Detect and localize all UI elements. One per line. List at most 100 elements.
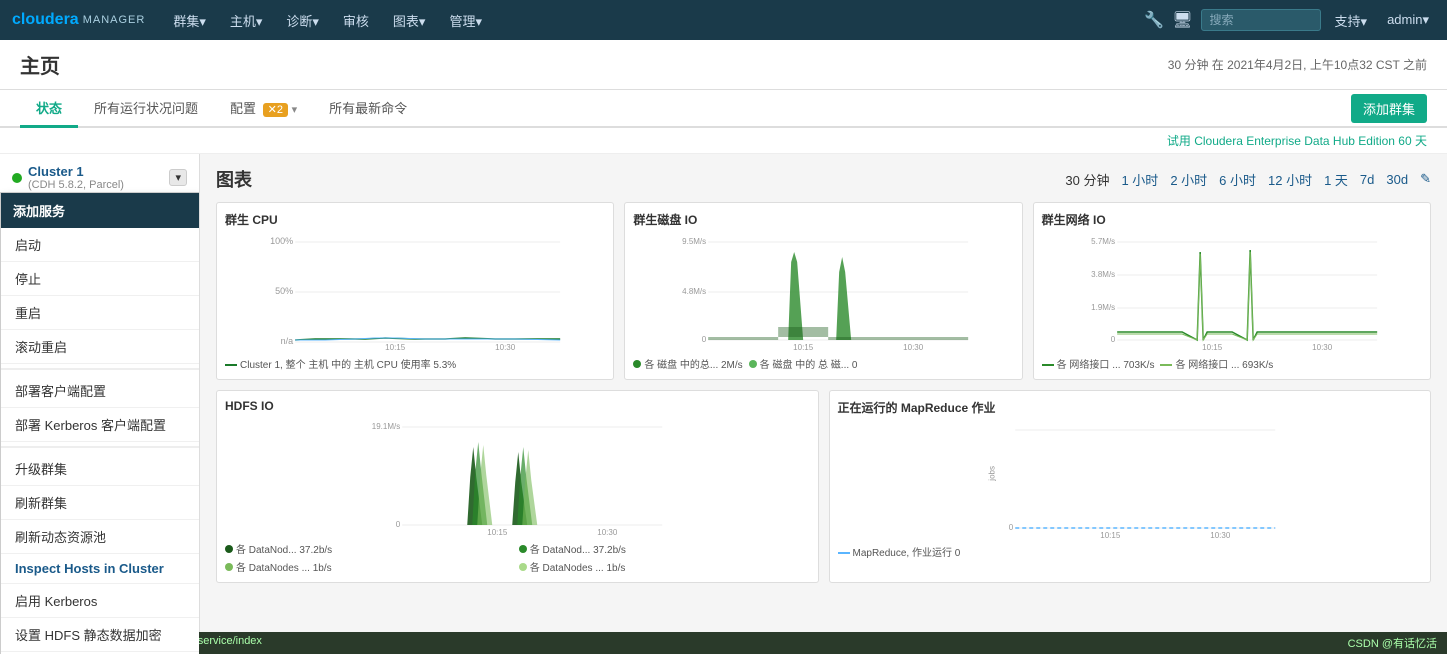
- main-container: 主页 30 分钟 在 2021年4月2日, 上午10点32 CST 之前 状态 …: [0, 40, 1447, 654]
- status-bar: 10.40.17.145:7180/cmf/clusters/1/add-ser…: [0, 632, 1447, 654]
- net-legend-2: 各 网络接口 ... 693K/s: [1175, 360, 1273, 371]
- support-btn[interactable]: 支持▾: [1329, 11, 1374, 30]
- svg-text:10:15: 10:15: [793, 343, 814, 352]
- cpu-chart-card: 群生 CPU 100% 50% n/a 10:15: [216, 202, 614, 380]
- dropdown-item-rolling-restart[interactable]: 滚动重启: [1, 330, 199, 364]
- cluster-dropdown-menu: 添加服务 启动 停止 重启 滚动重启 部署客户端配置 部署 Kerberos 客…: [0, 192, 200, 654]
- network-io-chart-svg: 5.7M/s 3.8M/s 1.9M/s 0 10:15 10:30: [1042, 232, 1422, 352]
- charts-header: 图表 30 分钟 1 小时 2 小时 6 小时 12 小时 1 天 7d 30d…: [216, 166, 1431, 192]
- disk-io-chart-title: 群生磁盘 IO: [633, 211, 1013, 228]
- svg-text:10:30: 10:30: [495, 343, 516, 352]
- svg-text:9.5M/s: 9.5M/s: [682, 237, 706, 246]
- cluster-name: Cluster 1: [28, 164, 124, 179]
- search-input[interactable]: [1201, 9, 1321, 31]
- logo-text: cloudera: [12, 11, 79, 29]
- mr-legend-1: MapReduce, 作业运行 0: [853, 548, 961, 559]
- add-cluster-button[interactable]: 添加群集: [1351, 94, 1427, 123]
- hdfs-legend-4: 各 DataNodes ... 1b/s: [530, 563, 626, 574]
- time-label: 30 分钟: [1065, 170, 1109, 189]
- hdfs-io-chart-legend: 各 DataNod... 37.2b/s 各 DataNod... 37.2b/…: [225, 541, 810, 574]
- charts-top-row: 群生 CPU 100% 50% n/a 10:15: [216, 202, 1431, 380]
- network-io-chart-legend: 各 网络接口 ... 703K/s 各 网络接口 ... 693K/s: [1042, 356, 1422, 371]
- net-legend-1: 各 网络接口 ... 703K/s: [1057, 360, 1155, 371]
- time-btn-1d[interactable]: 1 天: [1320, 168, 1352, 191]
- mapreduce-chart-title: 正在运行的 MapReduce 作业: [838, 399, 1423, 416]
- mapreduce-chart-area: jobs 0 10:15 10:30: [838, 420, 1423, 540]
- cluster-version: (CDH 5.8.2, Parcel): [28, 179, 124, 191]
- time-btn-6h[interactable]: 6 小时: [1215, 168, 1260, 191]
- time-btn-2h[interactable]: 2 小时: [1166, 168, 1211, 191]
- disk-io-chart-legend: 各 磁盘 中的总... 2M/s 各 磁盘 中的 总 磁... 0: [633, 356, 1013, 371]
- tab-status[interactable]: 状态: [20, 90, 78, 128]
- dropdown-item-deploy-client[interactable]: 部署客户端配置: [1, 374, 199, 408]
- dropdown-item-upgrade[interactable]: 升级群集: [1, 452, 199, 486]
- dropdown-item-stop[interactable]: 停止: [1, 262, 199, 296]
- disk-io-chart-area: 9.5M/s 4.8M/s 0 10:15 10:30: [633, 232, 1013, 352]
- page-timestamp: 30 分钟 在 2021年4月2日, 上午10点32 CST 之前: [1168, 56, 1427, 73]
- mapreduce-chart-legend: MapReduce, 作业运行 0: [838, 544, 1423, 559]
- svg-text:5.7M/s: 5.7M/s: [1091, 237, 1115, 246]
- tab-health-issues[interactable]: 所有运行状况问题: [78, 90, 214, 128]
- network-io-chart-area: 5.7M/s 3.8M/s 1.9M/s 0 10:15 10:30: [1042, 232, 1422, 352]
- svg-text:100%: 100%: [270, 236, 293, 246]
- dropdown-item-inspect-hosts[interactable]: Inspect Hosts in Cluster: [1, 554, 199, 584]
- nav-diagnostics[interactable]: 诊断▾: [278, 0, 327, 40]
- cpu-chart-area: 100% 50% n/a 10:15 10:30: [225, 232, 605, 352]
- mapreduce-chart-card: 正在运行的 MapReduce 作业 jobs 0 10:15 10:30: [829, 390, 1432, 583]
- time-btn-30d[interactable]: 30d: [1382, 170, 1412, 189]
- svg-text:10:15: 10:15: [1202, 343, 1223, 352]
- cluster-menu-button[interactable]: ▾: [169, 169, 187, 186]
- chart-settings-icon[interactable]: ✎: [1420, 171, 1431, 187]
- hdfs-io-chart-title: HDFS IO: [225, 399, 810, 413]
- page-title: 主页: [20, 50, 60, 79]
- dropdown-item-refresh-pool[interactable]: 刷新动态资源池: [1, 520, 199, 554]
- time-btn-1h[interactable]: 1 小时: [1117, 168, 1162, 191]
- tab-config[interactable]: 配置 ✕2 ▾: [214, 90, 313, 128]
- dropdown-item-start[interactable]: 启动: [1, 228, 199, 262]
- nav-admin[interactable]: 管理▾: [441, 0, 490, 40]
- hdfs-io-chart-svg: 19.1M/s 0 10:15 10:30: [225, 417, 810, 537]
- time-controls: 30 分钟 1 小时 2 小时 6 小时 12 小时 1 天 7d 30d ✎: [1065, 168, 1431, 191]
- svg-text:n/a: n/a: [281, 336, 294, 346]
- cluster-status-dot: [12, 173, 22, 183]
- admin-btn[interactable]: admin▾: [1381, 12, 1435, 28]
- dropdown-item-refresh[interactable]: 刷新群集: [1, 486, 199, 520]
- tab-latest-commands[interactable]: 所有最新命令: [313, 90, 423, 128]
- dropdown-item-restart[interactable]: 重启: [1, 296, 199, 330]
- sidebar: Cluster 1 (CDH 5.8.2, Parcel) ▾ 添加服务 启动 …: [0, 154, 200, 654]
- dropdown-header: 添加服务: [1, 193, 199, 228]
- network-io-chart-title: 群生网络 IO: [1042, 211, 1422, 228]
- svg-text:4.8M/s: 4.8M/s: [682, 287, 706, 296]
- logo-manager: MANAGER: [83, 14, 146, 26]
- dropdown-item-hdfs-encrypt[interactable]: 设置 HDFS 静态数据加密: [1, 618, 199, 652]
- toolbar-icon-2[interactable]: 🖥: [1172, 10, 1192, 30]
- cpu-chart-legend: Cluster 1, 整个 主机 中的 主机 CPU 使用率 5.3%: [225, 356, 605, 371]
- svg-text:19.1M/s: 19.1M/s: [372, 422, 400, 431]
- dropdown-item-deploy-kerberos[interactable]: 部署 Kerberos 客户端配置: [1, 408, 199, 442]
- svg-text:10:15: 10:15: [487, 528, 508, 537]
- nav-clusters[interactable]: 群集▾: [165, 0, 214, 40]
- cpu-chart-svg: 100% 50% n/a 10:15 10:30: [225, 232, 605, 352]
- disk-legend-1: 各 磁盘 中的总... 2M/s: [644, 360, 742, 371]
- page-header: 主页 30 分钟 在 2021年4月2日, 上午10点32 CST 之前: [0, 40, 1447, 90]
- svg-text:0: 0: [702, 335, 707, 344]
- network-io-chart-card: 群生网络 IO 5.7M/s 3.8M/s 1.9M/s 0 10:15: [1033, 202, 1431, 380]
- nav-hosts[interactable]: 主机▾: [222, 0, 271, 40]
- svg-text:3.8M/s: 3.8M/s: [1091, 270, 1115, 279]
- svg-text:0: 0: [1008, 523, 1013, 532]
- toolbar-icon-1[interactable]: 🔧: [1144, 10, 1164, 30]
- svg-text:1.9M/s: 1.9M/s: [1091, 303, 1115, 312]
- cluster-header[interactable]: Cluster 1 (CDH 5.8.2, Parcel) ▾ 添加服务 启动 …: [0, 154, 199, 202]
- dropdown-item-enable-kerberos[interactable]: 启用 Kerberos: [1, 584, 199, 618]
- nav-audit[interactable]: 审核: [335, 0, 377, 40]
- time-btn-7d[interactable]: 7d: [1356, 170, 1378, 189]
- charts-bottom-row: HDFS IO 19.1M/s 0 10:15 10:30: [216, 390, 1431, 583]
- time-btn-12h[interactable]: 12 小时: [1264, 168, 1316, 191]
- nav-charts[interactable]: 图表▾: [385, 0, 434, 40]
- try-banner: 试用 Cloudera Enterprise Data Hub Edition …: [0, 128, 1447, 154]
- nav-right: 🔧 🖥 支持▾ admin▾: [1144, 9, 1435, 31]
- dropdown-divider-2: [1, 446, 199, 448]
- tabs-bar: 状态 所有运行状况问题 配置 ✕2 ▾ 所有最新命令 添加群集: [0, 90, 1447, 128]
- svg-text:jobs: jobs: [987, 466, 996, 482]
- svg-text:50%: 50%: [275, 286, 293, 296]
